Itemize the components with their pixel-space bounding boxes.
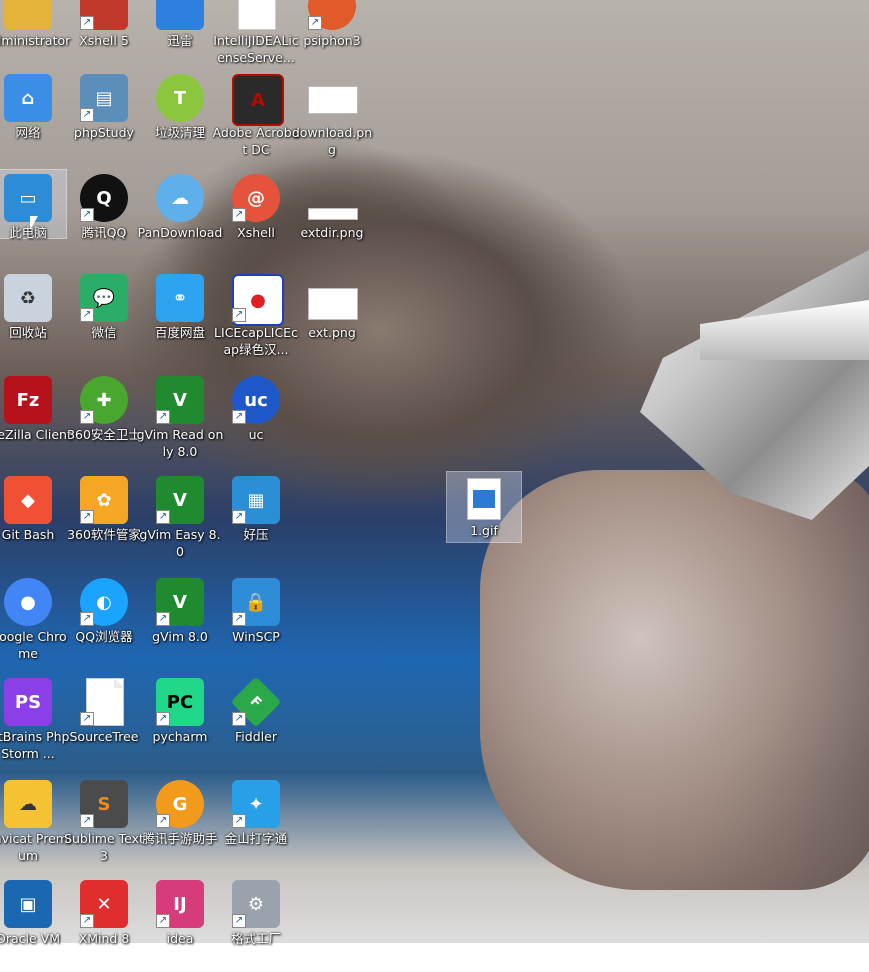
shortcut-arrow-icon: ↗ bbox=[156, 914, 170, 928]
desktop-icon-format-factory[interactable]: ⚙ ↗ 格式工厂 bbox=[218, 876, 294, 972]
desktop-icon-git-bash[interactable]: ◆ Git Bash bbox=[0, 472, 66, 568]
user-folder-icon bbox=[4, 0, 52, 30]
desktop-icon-extdir-png[interactable]: extdir.png bbox=[294, 170, 370, 266]
image-thumb-icon bbox=[308, 174, 358, 222]
shortcut-arrow-icon: ↗ bbox=[80, 814, 94, 828]
image-thumb-icon bbox=[308, 74, 358, 122]
thunder-icon bbox=[156, 0, 204, 30]
filezilla-icon: Fz bbox=[4, 376, 52, 424]
desktop-icon-licecap[interactable]: ● ↗ LICEcapLICEcap绿色汉... bbox=[214, 270, 298, 366]
cleaner-icon: T bbox=[156, 74, 204, 122]
desktop-icon-psiphon[interactable]: ↗ psiphon3 bbox=[294, 0, 370, 74]
desktop-icon-360-manager[interactable]: ✿ ↗ 360软件管家 bbox=[66, 472, 142, 568]
desktop-icon-virtualbox[interactable]: ▣ Oracle VM bbox=[0, 876, 66, 972]
desktop-icon-idea[interactable]: IJ ↗ idea bbox=[142, 876, 218, 972]
shortcut-arrow-icon: ↗ bbox=[156, 814, 170, 828]
shortcut-arrow-icon: ↗ bbox=[308, 16, 322, 30]
wallpaper-hand bbox=[480, 470, 869, 890]
shortcut-arrow-icon: ↗ bbox=[232, 814, 246, 828]
desktop-icon-baidu-pan[interactable]: ⚭ 百度网盘 bbox=[142, 270, 218, 366]
desktop-icon-cleaner[interactable]: T 垃圾清理 bbox=[142, 70, 218, 166]
computer-icon: ▭ bbox=[4, 174, 52, 222]
desktop-icon-xshell[interactable]: @ ↗ Xshell bbox=[218, 170, 294, 266]
git-icon: ◆ bbox=[4, 476, 52, 524]
desktop-icon-sublime[interactable]: S ↗ Sublime Text 3 bbox=[64, 776, 144, 872]
shortcut-arrow-icon: ↗ bbox=[80, 108, 94, 122]
desktop-icon-typing[interactable]: ✦ ↗ 金山打字通 bbox=[218, 776, 294, 872]
desktop-icon-administrator[interactable]: administrator bbox=[0, 0, 70, 74]
desktop-icon-qq-browser[interactable]: ◐ ↗ QQ浏览器 bbox=[66, 574, 142, 670]
desktop-icon-xshell5[interactable]: ↗ Xshell 5 bbox=[66, 0, 142, 74]
shortcut-arrow-icon: ↗ bbox=[232, 612, 246, 626]
shortcut-arrow-icon: ↗ bbox=[232, 914, 246, 928]
desktop-icon-qq[interactable]: Q ↗ 腾讯QQ bbox=[66, 170, 142, 266]
desktop-icon-wechat[interactable]: 💬 ↗ 微信 bbox=[66, 270, 142, 366]
acrobat-icon: A bbox=[232, 74, 284, 126]
shortcut-arrow-icon: ↗ bbox=[156, 612, 170, 626]
desktop-icon-phpstudy[interactable]: ▤ ↗ phpStudy bbox=[66, 70, 142, 166]
desktop-icon-ext-png[interactable]: ext.png bbox=[294, 270, 370, 366]
shortcut-arrow-icon: ↗ bbox=[156, 510, 170, 524]
shortcut-arrow-icon: ↗ bbox=[232, 712, 246, 726]
shortcut-arrow-icon: ↗ bbox=[80, 208, 94, 222]
desktop-icon-phpstorm[interactable]: PS JetBrains PhpStorm ... bbox=[0, 674, 69, 770]
shortcut-arrow-icon: ↗ bbox=[80, 712, 94, 726]
desktop-icon-filezilla[interactable]: Fz FileZilla Client bbox=[0, 372, 72, 468]
desktop-icon-chrome[interactable]: ● Google Chrome bbox=[0, 574, 67, 670]
desktop-icon-gvim-easy[interactable]: V ↗ gVim Easy 8.0 bbox=[139, 472, 221, 568]
shortcut-arrow-icon: ↗ bbox=[80, 410, 94, 424]
desktop-icon-recycle-bin[interactable]: ♻ 回收站 bbox=[0, 270, 66, 366]
desktop-icon-gvim[interactable]: V ↗ gVim 8.0 bbox=[142, 574, 218, 670]
cloud-icon: ☁ bbox=[156, 174, 204, 222]
image-file-icon bbox=[467, 478, 501, 520]
desktop-icon-acrobat[interactable]: A Adobe Acrobat DC bbox=[213, 70, 299, 166]
desktop-icon-fiddler[interactable]: F ↗ Fiddler bbox=[218, 674, 294, 770]
desktop-icon-network[interactable]: ⌂ 网络 bbox=[0, 70, 66, 166]
desktop-icon-pandownload[interactable]: ☁ PanDownload bbox=[138, 170, 222, 266]
desktop-icon-pycharm[interactable]: PC ↗ pycharm bbox=[142, 674, 218, 770]
mouse-cursor-icon bbox=[30, 216, 38, 230]
shortcut-arrow-icon: ↗ bbox=[80, 510, 94, 524]
virtualbox-icon: ▣ bbox=[4, 880, 52, 928]
desktop-icon-download-png[interactable]: download.png bbox=[292, 70, 372, 166]
shortcut-arrow-icon: ↗ bbox=[156, 410, 170, 424]
desktop-icon-haozip[interactable]: ▦ ↗ 好压 bbox=[218, 472, 294, 568]
desktop-icon-1-gif[interactable]: 1.gif bbox=[446, 471, 522, 543]
shortcut-arrow-icon: ↗ bbox=[232, 308, 246, 322]
shortcut-arrow-icon: ↗ bbox=[232, 208, 246, 222]
shortcut-arrow-icon: ↗ bbox=[232, 510, 246, 524]
desktop-icon-idea-license[interactable]: IntelliJIDEALicenseServe... bbox=[213, 0, 299, 74]
desktop-icon-navicat[interactable]: ☁ Navicat Premium bbox=[0, 776, 71, 872]
file-icon bbox=[232, 0, 280, 30]
image-thumb-icon bbox=[308, 274, 358, 322]
desktop-icon-sourcetree[interactable]: ↗ SourceTree bbox=[66, 674, 142, 770]
desktop-icon-thunder[interactable]: 迅雷 bbox=[142, 0, 218, 74]
recycle-bin-icon: ♻ bbox=[4, 274, 52, 322]
desktop-icon-uc[interactable]: uc ↗ uc bbox=[218, 372, 294, 468]
navicat-icon: ☁ bbox=[4, 780, 52, 828]
baidu-pan-icon: ⚭ bbox=[156, 274, 204, 322]
shortcut-arrow-icon: ↗ bbox=[80, 308, 94, 322]
desktop-icon-360-security[interactable]: ✚ ↗ 360安全卫士 bbox=[66, 372, 142, 468]
desktop-icon-xmind[interactable]: ✕ ↗ XMind 8 bbox=[66, 876, 142, 972]
network-icon: ⌂ bbox=[4, 74, 52, 122]
shortcut-arrow-icon: ↗ bbox=[80, 612, 94, 626]
shortcut-arrow-icon: ↗ bbox=[232, 410, 246, 424]
chrome-icon: ● bbox=[4, 578, 52, 626]
shortcut-arrow-icon: ↗ bbox=[80, 16, 94, 30]
desktop-icon-gvim-readonly[interactable]: V ↗ gVim Read only 8.0 bbox=[137, 372, 223, 468]
phpstorm-icon: PS bbox=[4, 678, 52, 726]
shortcut-arrow-icon: ↗ bbox=[80, 914, 94, 928]
desktop-icon-tencent-game[interactable]: G ↗ 腾讯手游助手 bbox=[142, 776, 218, 872]
shortcut-arrow-icon: ↗ bbox=[156, 712, 170, 726]
desktop-icon-winscp[interactable]: 🔒 ↗ WinSCP bbox=[218, 574, 294, 670]
